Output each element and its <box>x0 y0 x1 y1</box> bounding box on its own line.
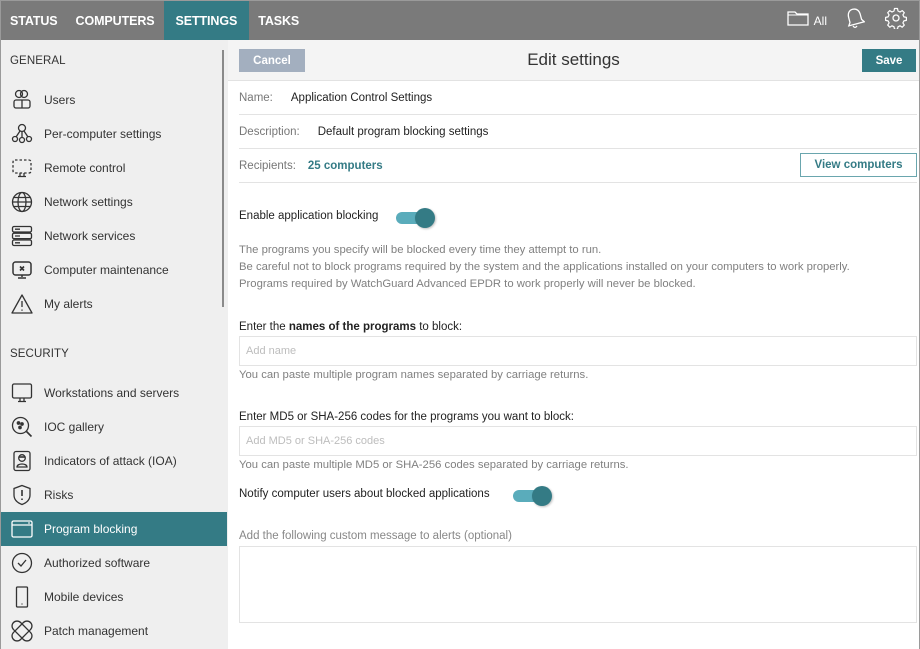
sidebar-item-label: Patch management <box>44 624 149 638</box>
toggle-knob <box>532 486 552 506</box>
help-line: Be careful not to block programs require… <box>239 261 850 273</box>
ioc-search-icon <box>11 416 33 438</box>
notify-users-label: Notify computer users about blocked appl… <box>239 488 490 500</box>
check-circle-icon <box>11 552 33 574</box>
monitor-icon <box>11 382 33 404</box>
save-button[interactable]: Save <box>862 49 916 72</box>
sidebar-item-label: Computer maintenance <box>44 263 169 277</box>
folder-icon <box>787 10 809 31</box>
view-computers-button[interactable]: View computers <box>800 153 917 177</box>
help-line: Programs required by WatchGuard Advanced… <box>239 278 696 290</box>
sidebar-item-computer-maintenance[interactable]: Computer maintenance <box>1 253 227 287</box>
sidebar: GENERAL Users Per-computer settings Remo… <box>1 40 228 649</box>
sidebar-item-workstations-and-servers[interactable]: Workstations and servers <box>1 376 227 410</box>
custom-message-label: Add the following custom message to aler… <box>239 530 512 542</box>
program-names-prompt: Enter the names of the programs to block… <box>239 321 463 333</box>
hacker-icon <box>11 450 33 472</box>
warning-icon <box>11 293 33 315</box>
top-nav-bar: STATUS COMPUTERS SETTINGS TASKS All <box>1 1 919 40</box>
recipients-row: Recipients: 25 computers View computers <box>239 149 917 183</box>
description-label: Description: <box>239 125 300 138</box>
sidebar-item-label: Risks <box>44 488 74 502</box>
sidebar-item-label: Network settings <box>44 195 133 209</box>
name-label: Name: <box>239 91 273 104</box>
edit-header: Cancel Edit settings Save <box>228 40 919 81</box>
notifications-button[interactable] <box>845 7 866 34</box>
sidebar-item-mobile-devices[interactable]: Mobile devices <box>1 580 227 614</box>
sidebar-item-label: Authorized software <box>44 556 151 570</box>
mobile-icon <box>11 586 33 608</box>
description-row: Description: Default program blocking se… <box>239 115 917 149</box>
sidebar-item-per-computer-settings[interactable]: Per-computer settings <box>1 117 227 151</box>
tab-status[interactable]: STATUS <box>1 1 67 40</box>
notify-users-toggle[interactable] <box>513 486 553 506</box>
sidebar-item-program-blocking[interactable]: Program blocking <box>1 512 227 546</box>
patch-icon <box>11 620 33 642</box>
tab-tasks[interactable]: TASKS <box>249 1 308 40</box>
enable-blocking-label: Enable application blocking <box>239 210 379 222</box>
description-value[interactable]: Default program blocking settings <box>318 126 489 138</box>
section-title-general: GENERAL <box>10 55 66 67</box>
recipients-label: Recipients: <box>239 159 296 172</box>
toggle-knob <box>415 208 435 228</box>
sidebar-item-label: Users <box>44 93 76 107</box>
gear-icon <box>885 7 907 34</box>
hash-codes-help: You can paste multiple MD5 or SHA-256 co… <box>239 459 629 471</box>
section-title-security: SECURITY <box>10 348 69 360</box>
sidebar-item-label: Network services <box>44 229 136 243</box>
tab-computers[interactable]: COMPUTERS <box>67 1 164 40</box>
sidebar-item-authorized-software[interactable]: Authorized software <box>1 546 227 580</box>
remote-monitor-icon <box>11 157 33 179</box>
users-icon <box>11 89 33 111</box>
sidebar-item-users[interactable]: Users <box>1 83 227 117</box>
sidebar-item-risks[interactable]: Risks <box>1 478 227 512</box>
bell-icon <box>845 7 866 34</box>
name-row: Name: Application Control Settings <box>239 81 917 115</box>
sidebar-item-label: Indicators of attack (IOA) <box>44 454 177 468</box>
sidebar-item-label: My alerts <box>44 297 93 311</box>
page-title: Edit settings <box>527 50 620 69</box>
monitor-x-icon <box>11 259 33 281</box>
custom-message-textarea[interactable] <box>239 546 917 623</box>
tab-settings[interactable]: SETTINGS <box>163 1 250 40</box>
settings-button[interactable] <box>885 7 907 34</box>
sidebar-item-label: Workstations and servers <box>44 386 180 400</box>
sidebar-item-ioc-gallery[interactable]: IOC gallery <box>1 410 227 444</box>
globe-icon <box>11 191 33 213</box>
sidebar-item-label: Per-computer settings <box>44 127 162 141</box>
help-line: The programs you specify will be blocked… <box>239 244 602 256</box>
sidebar-item-network-settings[interactable]: Network settings <box>1 185 227 219</box>
sidebar-item-network-services[interactable]: Network services <box>1 219 227 253</box>
blocking-help-text: The programs you specify will be blocked… <box>239 242 850 293</box>
network-nodes-icon <box>11 123 33 145</box>
hash-codes-prompt: Enter MD5 or SHA-256 codes for the progr… <box>239 411 574 423</box>
folder-filter-label: All <box>813 13 827 28</box>
program-names-help: You can paste multiple program names sep… <box>239 369 589 381</box>
shield-alert-icon <box>11 484 33 506</box>
sidebar-item-label: Remote control <box>44 161 126 175</box>
folder-filter-button[interactable]: All <box>787 10 845 31</box>
sidebar-item-label: Mobile devices <box>44 590 124 604</box>
enable-blocking-toggle[interactable] <box>396 208 436 228</box>
window-icon <box>11 518 33 540</box>
server-icon <box>11 225 33 247</box>
name-value[interactable]: Application Control Settings <box>291 92 432 104</box>
program-names-input[interactable] <box>239 336 917 366</box>
sidebar-item-indicators-of-attack[interactable]: Indicators of attack (IOA) <box>1 444 227 478</box>
recipients-link[interactable]: 25 computers <box>308 160 383 172</box>
sidebar-item-label: IOC gallery <box>44 420 105 434</box>
main-panel: Cancel Edit settings Save Name: Applicat… <box>228 40 919 649</box>
sidebar-item-label: Program blocking <box>44 522 138 536</box>
hash-codes-input[interactable] <box>239 426 917 456</box>
sidebar-item-remote-control[interactable]: Remote control <box>1 151 227 185</box>
sidebar-item-my-alerts[interactable]: My alerts <box>1 287 227 321</box>
sidebar-item-patch-management[interactable]: Patch management <box>1 614 227 648</box>
